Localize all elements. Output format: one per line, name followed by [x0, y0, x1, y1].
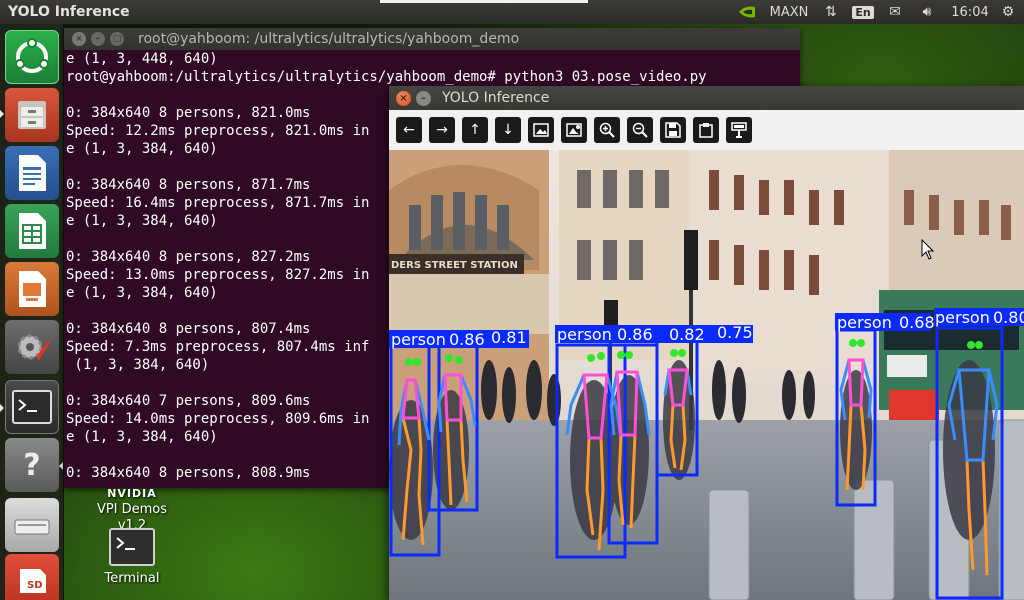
- station-sign: DERS STREET STATION: [391, 260, 518, 271]
- window-edge: [380, 0, 588, 3]
- files-icon[interactable]: [5, 88, 59, 142]
- keyboard-layout-label: En: [852, 5, 874, 19]
- desktop-vpi-demos[interactable]: NVIDIA VPI Demos v1.2: [90, 486, 174, 534]
- zoom-in-icon[interactable]: [594, 117, 620, 143]
- zoom-out-icon[interactable]: [627, 117, 653, 143]
- terminal-minimize-button[interactable]: –: [91, 32, 105, 46]
- nvidia-icon[interactable]: [735, 0, 761, 24]
- yolo-close-button[interactable]: ×: [396, 90, 411, 106]
- detection-score: 0.86: [617, 325, 653, 344]
- running-indicator: [0, 110, 4, 118]
- terminal-close-button[interactable]: ×: [72, 32, 86, 46]
- terminal-icon: [109, 528, 155, 566]
- top-panel: YOLO Inference MAXN ⇅ En ✉ 🔊︎ 16:04 ⚙: [0, 0, 1024, 24]
- yolo-toolbar: ← → ↑ ↓: [389, 110, 1024, 150]
- yolo-window-title: YOLO Inference: [442, 90, 550, 106]
- detection-score: 0.82: [669, 325, 705, 344]
- detection-score: 0.75: [717, 323, 753, 342]
- active-app-title: YOLO Inference: [8, 4, 130, 20]
- detection-score: 0.86: [449, 330, 485, 349]
- writer-icon[interactable]: [5, 146, 59, 200]
- mail-icon[interactable]: ✉: [884, 0, 906, 24]
- network-icon[interactable]: ⇅: [820, 0, 842, 24]
- vpi-name: VPI Demos: [96, 502, 168, 517]
- drive-icon[interactable]: [5, 498, 59, 552]
- terminal-icon[interactable]: [5, 380, 59, 434]
- svg-text:SD: SD: [27, 580, 43, 591]
- detection-label: person: [391, 330, 446, 349]
- help-icon[interactable]: ?: [5, 438, 59, 492]
- power-mode[interactable]: MAXN: [767, 0, 811, 24]
- settings-icon[interactable]: [5, 320, 59, 374]
- detection-score: 0.80: [993, 308, 1024, 327]
- forward-arrow-icon[interactable]: →: [429, 117, 455, 143]
- keyboard-layout[interactable]: En: [852, 0, 874, 24]
- terminal-title: root@yahboom: /ultralytics/ultralytics/y…: [138, 31, 520, 47]
- terminal-line: root@yahboom:/ultralytics/ultralytics/ya…: [66, 69, 707, 85]
- launcher: ? SD: [0, 24, 64, 600]
- yolo-minimize-button[interactable]: –: [416, 90, 431, 106]
- gear-icon[interactable]: ⚙: [996, 0, 1020, 24]
- clock[interactable]: 16:04: [950, 0, 990, 24]
- sound-icon[interactable]: 🔊︎: [915, 0, 939, 24]
- sd-card-icon[interactable]: SD: [5, 554, 59, 600]
- terminal-line: e (1, 3, 448, 640): [66, 51, 218, 67]
- calc-icon[interactable]: [5, 204, 59, 258]
- terminal-maximize-button[interactable]: □: [110, 32, 124, 46]
- detection-score: 0.81: [491, 328, 527, 347]
- desktop-terminal-shortcut[interactable]: Terminal: [96, 528, 168, 586]
- image-settings-icon[interactable]: [561, 117, 587, 143]
- vpi-brand: NVIDIA: [107, 487, 157, 500]
- impress-icon[interactable]: [5, 262, 59, 316]
- save-icon[interactable]: [660, 117, 686, 143]
- clipboard-icon[interactable]: [693, 117, 719, 143]
- inference-frame[interactable]: DERS STREET STATION person 0.86 0.81 per…: [389, 150, 1024, 600]
- ubuntu-dash-icon[interactable]: [5, 30, 59, 84]
- back-arrow-icon[interactable]: ←: [396, 117, 422, 143]
- detection-label: person: [935, 308, 990, 327]
- detection-label: person: [837, 313, 892, 332]
- image-icon[interactable]: [528, 117, 554, 143]
- pose-detection-image: DERS STREET STATION person 0.86 0.81 per…: [389, 150, 1024, 600]
- yolo-titlebar[interactable]: × – YOLO Inference: [389, 86, 1024, 110]
- detection-label: person: [557, 325, 612, 344]
- terminal-titlebar[interactable]: × – □ root@yahboom: /ultralytics/ultraly…: [64, 28, 800, 50]
- up-arrow-icon[interactable]: ↑: [462, 117, 488, 143]
- running-indicator: [59, 462, 63, 470]
- yolo-inference-window[interactable]: × – YOLO Inference ← → ↑ ↓ DERS STREET S…: [389, 86, 1024, 600]
- down-arrow-icon[interactable]: ↓: [495, 117, 521, 143]
- properties-icon[interactable]: [726, 117, 752, 143]
- desktop-terminal-label: Terminal: [104, 571, 160, 586]
- detection-score: 0.68: [899, 313, 935, 332]
- running-indicator: [0, 404, 4, 412]
